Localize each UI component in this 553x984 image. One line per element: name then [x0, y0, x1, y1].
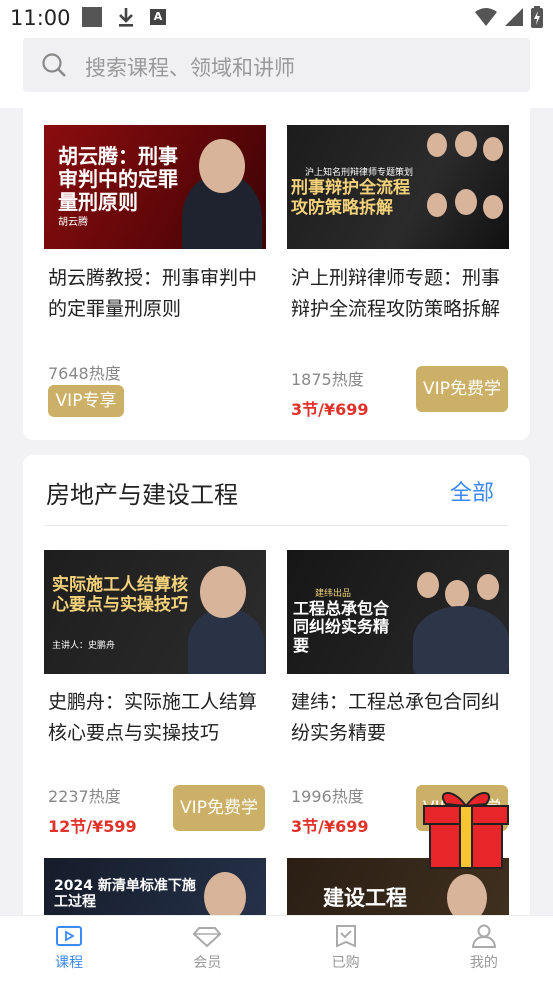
tab-membership[interactable]: 会员 — [138, 916, 276, 984]
vip-free-button[interactable]: VIP免费学 — [173, 785, 265, 831]
course-thumbnail[interactable]: 沪上知名刑辩律师专题策划 刑事辩护全流程攻防策略拆解 — [287, 125, 509, 249]
purchased-icon — [335, 925, 356, 948]
course-heat: 7648热度 — [48, 364, 121, 383]
tab-label: 课程 — [55, 955, 84, 971]
course-title[interactable]: 史鹏舟：实际施工人结算核心要点与实操技巧 — [48, 687, 273, 749]
course-thumbnail[interactable]: 胡云腾：刑事审判中的定罪量刑原则 胡云腾 — [44, 125, 266, 249]
course-thumbnail[interactable]: 实际施工人结算核心要点与实操技巧 主讲人：史鹏舟 — [44, 550, 266, 674]
thumbnail-title: 刑事辩护全流程攻防策略拆解 — [291, 178, 410, 218]
course-heat: 1875热度 — [291, 370, 364, 389]
speaker-face — [445, 580, 469, 608]
course-heat: 2237热度 — [48, 787, 121, 806]
tab-label: 已购 — [331, 955, 360, 971]
thumbnail-title: 工程总承包合同纠纷实务精要 — [293, 599, 390, 655]
tab-courses[interactable]: 课程 — [0, 916, 138, 984]
course-price: 12节/¥599 — [48, 817, 137, 836]
course-price: 3节/¥699 — [291, 817, 369, 836]
speaker-photo — [188, 608, 264, 674]
view-all-link[interactable]: 全部 — [450, 475, 494, 507]
tab-profile[interactable]: 我的 — [415, 916, 553, 984]
thumbnail-speaker: 胡云腾 — [58, 217, 88, 228]
speaker-face — [427, 193, 447, 217]
status-time: 11:00 — [10, 6, 71, 30]
speaker-face — [483, 195, 503, 219]
wifi-icon — [475, 8, 497, 26]
vip-exclusive-badge[interactable]: VIP专享 — [48, 385, 124, 417]
download-icon — [119, 8, 133, 27]
bottom-tab-bar: 课程 会员 已购 我的 — [0, 915, 553, 984]
gift-icon[interactable] — [422, 784, 510, 870]
search-placeholder: 搜索课程、领域和讲师 — [85, 56, 295, 80]
tab-label: 我的 — [469, 955, 498, 971]
speaker-face — [483, 137, 503, 161]
speaker-face — [455, 189, 477, 215]
speaker-face — [427, 133, 447, 157]
search-input[interactable]: 搜索课程、领域和讲师 — [23, 38, 530, 92]
course-title[interactable]: 胡云腾教授：刑事审判中的定罪量刑原则 — [48, 263, 273, 325]
thumbnail-speaker: 主讲人：史鹏舟 — [52, 641, 116, 651]
tab-purchased[interactable]: 已购 — [277, 916, 415, 984]
search-icon — [42, 53, 66, 77]
divider — [45, 525, 508, 526]
speaker-face — [199, 139, 245, 193]
speaker-face — [417, 572, 439, 598]
notification-icon — [82, 7, 102, 27]
video-icon — [56, 926, 83, 946]
diamond-icon — [193, 927, 222, 948]
course-title[interactable]: 建纬：工程总承包合同纠纷实务精要 — [291, 687, 516, 749]
course-thumbnail[interactable]: 建纬出品 工程总承包合同纠纷实务精要 — [287, 550, 509, 674]
thumbnail-title: 胡云腾：刑事审判中的定罪量刑原则 — [58, 144, 178, 214]
thumbnail-subtitle: 建纬出品 — [315, 589, 352, 599]
speaker-face — [477, 574, 499, 600]
battery-icon — [531, 6, 543, 28]
thumbnail-title: 建设工程 — [323, 886, 407, 910]
thumbnail-title: 实际施工人结算核心要点与实操技巧 — [52, 575, 188, 615]
course-title[interactable]: 沪上刑辩律师专题：刑事辩护全流程攻防策略拆解 — [291, 263, 516, 325]
keyboard-icon: A — [150, 9, 166, 25]
profile-icon — [471, 924, 496, 948]
speaker-face — [200, 566, 246, 618]
search-header: 搜索课程、领域和讲师 — [0, 36, 553, 108]
thumbnail-title: 2024 新清单标准下施工过程 — [54, 878, 196, 911]
course-heat: 1996热度 — [291, 787, 364, 806]
tab-label: 会员 — [193, 955, 222, 971]
section-title: 房地产与建设工程 — [46, 481, 238, 509]
vip-free-button[interactable]: VIP免费学 — [416, 366, 508, 412]
speaker-face — [455, 131, 477, 157]
speaker-photo — [413, 606, 509, 674]
course-section-card: 胡云腾：刑事审判中的定罪量刑原则 胡云腾 胡云腾教授：刑事审判中的定罪量刑原则 … — [23, 108, 530, 440]
status-bar: 11:00 A — [0, 0, 553, 36]
course-price: 3节/¥699 — [291, 400, 369, 419]
signal-icon — [505, 8, 523, 26]
thumbnail-subtitle: 沪上知名刑辩律师专题策划 — [305, 168, 414, 178]
